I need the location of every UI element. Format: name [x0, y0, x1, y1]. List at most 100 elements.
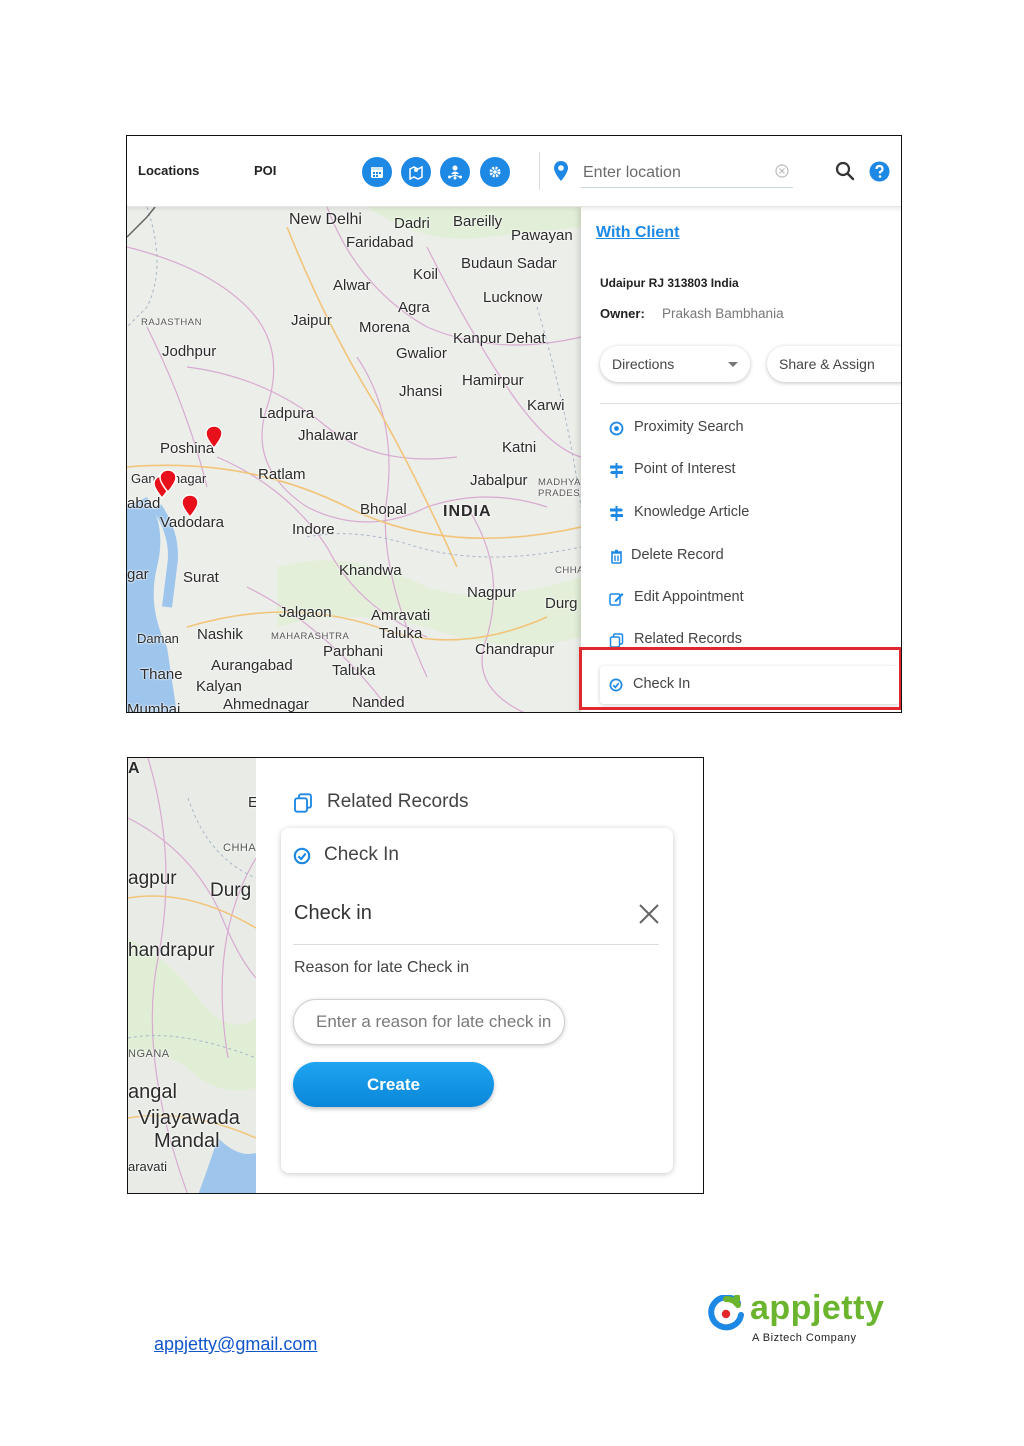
- edit-icon: [609, 593, 624, 606]
- map-label: Bareilly: [453, 213, 503, 230]
- appjetty-logo-mark-icon: [708, 1295, 744, 1331]
- target-icon: [609, 421, 624, 436]
- map-label: CHHA: [223, 842, 256, 854]
- map-label: MAHARASHTRA: [271, 631, 350, 642]
- map-label: RAJASTHAN: [141, 317, 202, 328]
- panel-divider: [600, 403, 901, 404]
- map-label: Mumbai: [127, 701, 181, 713]
- map-label: New Delhi: [289, 211, 362, 228]
- record-pin-icon[interactable]: [159, 469, 177, 493]
- check-in-panel: Related Records Check In Check in Reason…: [256, 758, 703, 1193]
- menu-item-label: Related Records: [327, 791, 469, 812]
- map-label: Aurangabad: [211, 657, 293, 674]
- check-in-card: Check In Check in Reason for late Check …: [281, 828, 673, 1173]
- route-button[interactable]: [401, 157, 431, 187]
- map-label: NGANA: [128, 1048, 170, 1060]
- map-label: Bhopal: [360, 501, 407, 518]
- map-label: Faridabad: [346, 234, 414, 251]
- map-label: Amravati: [371, 607, 431, 624]
- contact-email-link[interactable]: appjetty@gmail.com: [154, 1334, 317, 1355]
- top-toolbar: Locations POI: [127, 136, 901, 207]
- trash-icon: [611, 549, 622, 564]
- map-label: agpur: [128, 868, 177, 889]
- map-label: angal: [128, 1081, 177, 1103]
- clear-icon[interactable]: [775, 164, 789, 178]
- map-label: Taluka: [379, 625, 423, 642]
- map-label: Surat: [183, 569, 219, 586]
- map-label: INDIA: [443, 503, 492, 520]
- map-label: Kalyan: [196, 678, 242, 695]
- map-label: Ahmednagar: [223, 696, 309, 713]
- user-network-icon: [448, 165, 462, 180]
- map-label: Nashik: [197, 626, 243, 643]
- panel-title-link[interactable]: With Client: [596, 224, 679, 242]
- map-view[interactable]: New Delhi Dadri Bareilly Pawayan Faridab…: [127, 207, 581, 713]
- logo-wordmark: appjetty: [750, 1289, 885, 1327]
- tab-locations[interactable]: Locations: [138, 163, 199, 178]
- map-label: Pawayan: [511, 227, 573, 244]
- help-icon[interactable]: [869, 161, 890, 182]
- map-label: Durg: [545, 595, 578, 612]
- map-label: Jabalpur: [470, 472, 528, 489]
- team-button[interactable]: [440, 157, 470, 187]
- record-detail-panel: With Client Udaipur RJ 313803 India Owne…: [581, 207, 901, 712]
- screenshot-map-panel: Locations POI Enter location New Delhi D…: [126, 135, 902, 713]
- reason-label: Reason for late Check in: [294, 959, 470, 976]
- record-pin-icon[interactable]: [181, 494, 199, 518]
- map-label: Dadri: [394, 215, 430, 232]
- copy-icon: [294, 793, 312, 813]
- map-label: Lucknow: [483, 289, 543, 306]
- tab-poi[interactable]: POI: [254, 163, 276, 178]
- map-label: MADHYA: [538, 477, 581, 488]
- settings-button[interactable]: [480, 157, 510, 187]
- map-label: aravati: [128, 1159, 168, 1174]
- map-label: Thane: [140, 666, 183, 683]
- calendar-icon: [371, 167, 383, 178]
- map-label: Ratlam: [258, 466, 306, 483]
- map-label: PRADESH: [538, 488, 581, 499]
- search-icon[interactable]: [835, 161, 855, 181]
- copy-icon: [609, 633, 624, 648]
- map-view[interactable]: A E CHHA agpur Durg handrapur NGANA anga…: [128, 758, 256, 1193]
- logo-tagline: A Biztech Company: [752, 1332, 857, 1344]
- map-label: Katni: [502, 439, 537, 456]
- create-button[interactable]: Create: [293, 1062, 494, 1107]
- map-label: Jhalawar: [298, 427, 359, 444]
- menu-item-label: Point of Interest: [634, 461, 736, 477]
- map-label: Agra: [398, 299, 430, 316]
- map-label: CHHA: [555, 565, 581, 576]
- map-label: Khandwa: [339, 562, 402, 579]
- close-icon[interactable]: [638, 903, 660, 925]
- map-label: gar: [127, 566, 149, 583]
- location-pin-icon: [554, 161, 568, 181]
- map-label: Taluka: [332, 662, 376, 679]
- screenshot-check-in-dialog: A E CHHA agpur Durg handrapur NGANA anga…: [127, 757, 704, 1194]
- map-label: E: [248, 794, 256, 811]
- signpost-icon: [610, 463, 623, 478]
- map-label: Durg: [210, 880, 252, 901]
- map-label: Hamirpur: [462, 372, 524, 389]
- record-pin-icon[interactable]: [205, 425, 223, 449]
- map-label: Karwi: [527, 397, 565, 414]
- map-label: Indore: [292, 521, 335, 538]
- map-label: Jalgaon: [279, 604, 332, 621]
- map-label: Vijayawada: [138, 1107, 240, 1129]
- menu-item-label: Knowledge Article: [634, 504, 750, 520]
- map-label: handrapur: [128, 940, 215, 961]
- calendar-button[interactable]: [362, 157, 392, 187]
- menu-item-label: Proximity Search: [634, 419, 744, 435]
- map-label: Jaipur: [291, 312, 332, 329]
- location-search-input[interactable]: [581, 158, 793, 188]
- menu-item-label: Related Records: [634, 631, 742, 647]
- map-route-icon: [409, 165, 423, 180]
- check-circle-icon: [293, 847, 311, 865]
- directions-label: Directions: [612, 356, 675, 372]
- menu-item-label: Edit Appointment: [634, 589, 744, 605]
- highlight-box: [579, 647, 901, 710]
- share-assign-dropdown[interactable]: Share & Assign: [767, 346, 901, 382]
- map-label: Alwar: [333, 277, 371, 294]
- directions-dropdown[interactable]: Directions: [600, 346, 750, 382]
- share-assign-label: Share & Assign: [779, 356, 875, 372]
- map-label: Budaun Sadar: [461, 255, 557, 272]
- late-reason-input[interactable]: [293, 999, 565, 1045]
